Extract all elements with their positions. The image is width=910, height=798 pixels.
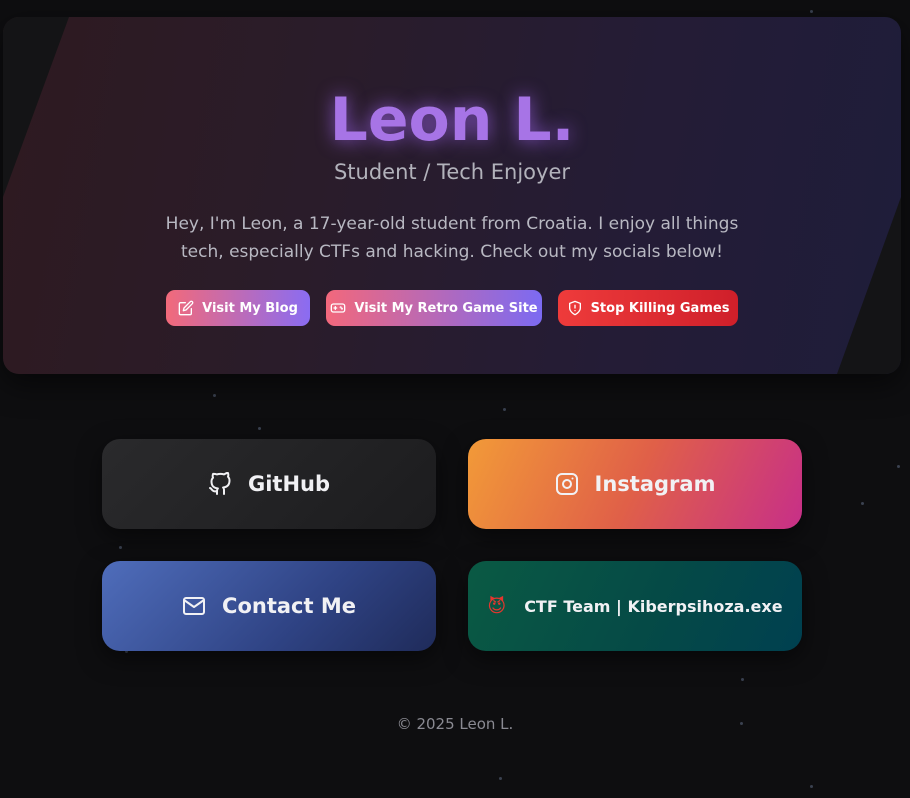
github-icon [208, 472, 231, 495]
stop-killing-games-button[interactable]: Stop Killing Games [558, 290, 738, 326]
edit-icon [178, 300, 194, 316]
stop-killing-games-label: Stop Killing Games [590, 300, 730, 316]
page-title: Leon L. [329, 85, 575, 155]
contact-me-card[interactable]: Contact Me [102, 561, 436, 651]
visit-retro-game-site-label: Visit My Retro Game Site [354, 300, 538, 316]
mail-icon [183, 597, 206, 615]
hero-button-row: Visit My Blog Visit My Retro Game Site S… [3, 290, 901, 326]
instagram-link-card[interactable]: Instagram [468, 439, 802, 529]
hero-card: Leon L. Student / Tech Enjoyer Hey, I'm … [3, 17, 901, 374]
ctf-team-label: CTF Team | Kiberpsihoza.exe [524, 596, 783, 616]
bio-text: Hey, I'm Leon, a 17-year-old student fro… [165, 214, 739, 262]
github-link-card[interactable]: GitHub [102, 439, 436, 529]
visit-retro-game-site-button[interactable]: Visit My Retro Game Site [326, 290, 542, 326]
github-label: GitHub [247, 472, 331, 496]
footer-copyright: © 2025 Leon L. [396, 715, 514, 733]
gamepad-icon [331, 303, 346, 313]
page-subtitle: Student / Tech Enjoyer [333, 160, 571, 184]
contact-me-label: Contact Me [222, 594, 356, 618]
instagram-icon [555, 473, 578, 495]
shield-alert-icon [568, 300, 581, 316]
visit-blog-label: Visit My Blog [202, 300, 298, 316]
devil-emoji-icon: 😈 [487, 595, 507, 617]
visit-blog-button[interactable]: Visit My Blog [166, 290, 310, 326]
instagram-label: Instagram [594, 472, 716, 496]
ctf-team-card[interactable]: 😈 CTF Team | Kiberpsihoza.exe [468, 561, 802, 651]
